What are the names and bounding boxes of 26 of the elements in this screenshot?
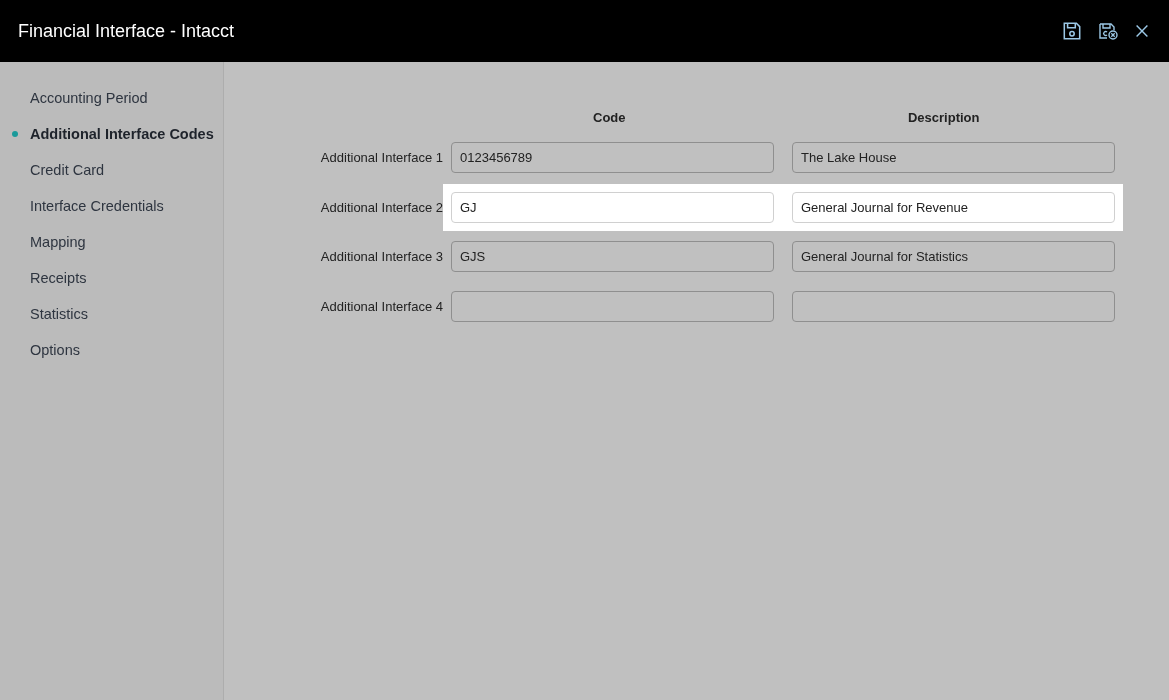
code-field[interactable]: 0123456789 — [451, 142, 774, 174]
description-field[interactable]: General Journal for Statistics — [792, 241, 1115, 273]
sidebar-item[interactable]: Interface Credentials — [0, 194, 223, 230]
sidebar-item[interactable]: Accounting Period — [0, 86, 223, 122]
description-field[interactable] — [792, 290, 1115, 322]
description-field[interactable]: General Journal for Revenue — [792, 191, 1115, 223]
save-icon[interactable] — [1061, 20, 1083, 42]
sidebar-item[interactable]: Options — [0, 338, 223, 374]
column-header: Code — [592, 110, 627, 127]
save-close-icon[interactable] — [1097, 20, 1119, 42]
sidebar-item[interactable]: Additional Interface Codes — [0, 122, 223, 158]
field-label: Additional Interface 1 — [320, 150, 443, 166]
sidebar-item[interactable]: Mapping — [0, 230, 223, 266]
description-field[interactable]: The Lake House — [792, 142, 1115, 174]
field-label: Additional Interface 4 — [320, 298, 443, 314]
close-icon[interactable] — [1133, 22, 1151, 40]
sidebar-item[interactable]: Receipts — [0, 266, 223, 302]
column-header: Description — [907, 110, 981, 127]
code-field[interactable] — [451, 290, 774, 322]
code-field[interactable]: GJ — [451, 191, 774, 223]
sidebar-item[interactable]: Statistics — [0, 302, 223, 338]
sidebar-item[interactable]: Credit Card — [0, 158, 223, 194]
field-label: Additional Interface 2 — [320, 199, 443, 215]
code-field[interactable]: GJS — [451, 241, 774, 273]
field-label: Additional Interface 3 — [320, 249, 443, 265]
window-title: Financial Interface - Intacct — [18, 20, 235, 42]
